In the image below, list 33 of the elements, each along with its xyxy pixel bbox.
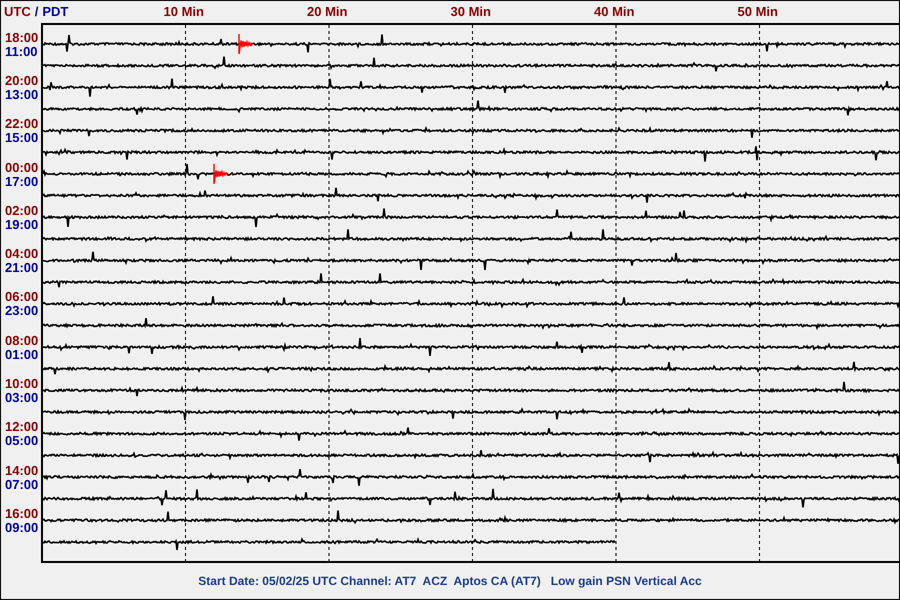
pdt-label: PDT bbox=[42, 3, 68, 22]
local-time-label: 11:00 bbox=[5, 44, 38, 59]
utc-time-label: 12:00 bbox=[5, 420, 38, 434]
utc-time-label: 04:00 bbox=[5, 247, 38, 262]
utc-time-label: 00:00 bbox=[5, 160, 38, 175]
time-tick-label: 10 Min bbox=[164, 3, 204, 22]
utc-time-label: 08:00 bbox=[5, 334, 38, 348]
local-time-label: 09:00 bbox=[5, 520, 38, 535]
utc-time-label: 22:00 bbox=[5, 117, 38, 132]
separator: / bbox=[34, 3, 38, 22]
utc-time-label: 10:00 bbox=[5, 377, 38, 392]
local-time-label: 17:00 bbox=[5, 174, 38, 189]
time-tick-label: 20 Min bbox=[307, 3, 348, 22]
utc-time-label: 14:00 bbox=[5, 464, 38, 478]
local-time-label: 07:00 bbox=[5, 478, 38, 492]
utc-time-label: 06:00 bbox=[5, 290, 38, 304]
utc-time-label: 20:00 bbox=[5, 74, 38, 88]
utc-time-label: 18:00 bbox=[5, 30, 38, 45]
utc-time-label: 02:00 bbox=[5, 204, 38, 218]
utc-label: UTC bbox=[4, 3, 31, 22]
local-time-label: 01:00 bbox=[5, 348, 38, 362]
utc-time-label: 16:00 bbox=[5, 506, 38, 521]
time-tick-label: 30 Min bbox=[450, 3, 491, 22]
local-time-label: 05:00 bbox=[5, 434, 38, 448]
time-tick-label: 50 Min bbox=[738, 3, 778, 22]
local-time-label: 23:00 bbox=[5, 304, 38, 318]
local-time-label: 15:00 bbox=[5, 131, 38, 146]
local-time-label: 03:00 bbox=[5, 391, 38, 406]
local-time-label: 21:00 bbox=[5, 261, 38, 276]
time-tick-label: 40 Min bbox=[594, 3, 634, 22]
channel-info: Start Date: 05/02/25 UTC Channel: AT7 ACZ Aptos CA (AT7) Low gain PSN Vertical Acc bbox=[198, 573, 702, 590]
local-time-label: 19:00 bbox=[5, 218, 38, 232]
local-time-label: 13:00 bbox=[5, 88, 38, 102]
